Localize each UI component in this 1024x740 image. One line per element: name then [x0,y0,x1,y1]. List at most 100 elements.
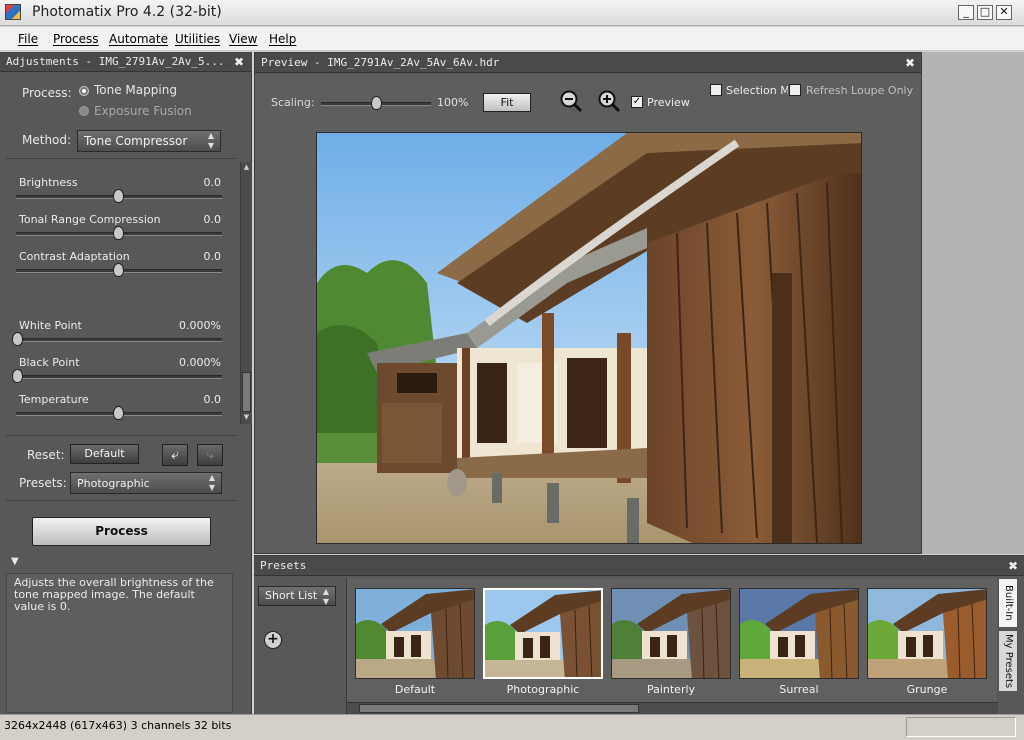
preset-preview-image [740,589,858,678]
slider-value: 0.0 [203,393,222,406]
slider-label: White Point [19,319,82,332]
title-bar: Photomatix Pro 4.2 (32-bit) _ □ ✕ [0,0,1024,26]
redo-icon[interactable]: ⤷ [197,444,223,466]
exposure-fusion-radio[interactable] [79,106,89,116]
dropdown-arrows-icon: ▲ ▼ [207,131,214,150]
tab-built-in[interactable]: Built-In [998,578,1018,628]
presets-label: Presets: [19,476,67,490]
presets-dropdown[interactable]: Photographic ▲ ▼ [70,472,222,494]
house-photo [317,133,861,543]
slider-value: 0.000% [179,356,221,369]
maximize-icon[interactable]: □ [977,5,993,20]
preset-thumbnail[interactable] [355,588,475,679]
slider-track[interactable] [16,375,222,379]
method-value: Tone Compressor [84,134,188,148]
add-preset-icon[interactable]: + [264,631,282,649]
exposure-fusion-label[interactable]: Exposure Fusion [94,104,192,118]
slider-thumb[interactable] [12,369,23,383]
zoom-out-icon[interactable] [559,89,583,113]
presets-close-icon[interactable]: ✖ [1008,556,1018,576]
reset-label: Reset: [27,448,65,462]
scrollbar-thumb[interactable] [359,704,639,713]
slider-label: Black Point [19,356,80,369]
tab-my-presets[interactable]: My Presets [998,630,1018,692]
process-button[interactable]: Process [32,517,211,546]
preset-thumbnail[interactable] [611,588,731,679]
divider [6,158,236,159]
slider-track[interactable] [16,338,222,342]
adjustments-scrollbar[interactable]: ▲ ▼ [240,162,252,424]
preview-panel: Preview - IMG_2791Av_2Av_5Av_6Av.hdr ✖ S… [254,52,922,554]
tone-mapping-label[interactable]: Tone Mapping [94,83,177,97]
window-title: Photomatix Pro 4.2 (32-bit) [32,4,222,20]
slider-thumb[interactable] [113,406,124,420]
preset-thumbnail[interactable] [867,588,987,679]
slider-value: 0.0 [203,213,222,226]
menu-view[interactable]: View [229,32,257,46]
scrollbar-thumb[interactable] [242,372,251,412]
preset-preview-image [868,589,986,678]
adjustments-panel: Adjustments - IMG_2791Av_2Av_5... ✖ Proc… [0,52,252,714]
method-label: Method: [22,133,72,147]
slider-thumb[interactable] [113,226,124,240]
dropdown-arrows-icon: ▲ ▼ [208,473,215,492]
zoom-in-icon[interactable] [597,89,621,113]
undo-icon[interactable]: ⤶ [162,444,188,466]
selection-mode-checkbox[interactable] [710,84,722,96]
refresh-loupe-label[interactable]: Refresh Loupe Only [806,84,913,97]
help-text: Adjusts the overall brightness of the to… [6,573,233,713]
refresh-loupe-checkbox[interactable] [789,84,801,96]
presets-header: Presets [254,556,1024,576]
menu-utilities[interactable]: Utilities [175,32,220,46]
preset-list-value: Short List [265,589,318,602]
dropdown-arrows-icon: ▲ ▼ [322,587,329,606]
preset-label[interactable]: Painterly [611,683,731,696]
presets-value: Photographic [77,477,150,490]
menu-help[interactable]: Help [269,32,296,46]
preset-label[interactable]: Grunge [867,683,987,696]
method-dropdown[interactable]: Tone Compressor ▲ ▼ [77,130,221,152]
preset-preview-image [485,590,601,677]
preview-checkbox-label[interactable]: Preview [647,96,690,109]
status-text: 3264x2448 (617x463) 3 channels 32 bits [4,719,232,732]
preset-label[interactable]: Photographic [483,683,603,696]
slider-label: Tonal Range Compression [19,213,161,226]
scaling-value: 100% [437,96,469,109]
scroll-down-icon[interactable]: ▼ [242,413,251,422]
tone-mapping-radio[interactable] [79,86,89,96]
divider [6,500,236,501]
menu-bar: File Process Automate Utilities View Hel… [0,27,1024,51]
reset-default-button[interactable]: Default [70,444,139,464]
help-toggle-icon[interactable]: ▼ [11,556,19,567]
presets-scrollbar[interactable] [347,702,998,714]
slider-thumb[interactable] [12,332,23,346]
menu-automate[interactable]: Automate [109,32,168,46]
preset-preview-image [612,589,730,678]
slider-value: 0.000% [179,319,221,332]
preset-preview-image [356,589,474,678]
menu-file[interactable]: File [18,32,38,46]
slider-label: Temperature [19,393,89,406]
preview-checkbox[interactable]: ✓ [631,96,643,108]
preview-close-icon[interactable]: ✖ [905,53,915,73]
menu-process[interactable]: Process [53,32,99,46]
slider-thumb[interactable] [113,263,124,277]
preset-label[interactable]: Surreal [739,683,859,696]
scaling-slider-thumb[interactable] [371,96,382,110]
empty-workspace [922,52,1024,554]
selection-mode-label[interactable]: Selection Mo [726,84,788,97]
preset-list-dropdown[interactable]: Short List ▲ ▼ [258,586,336,606]
adjustments-close-icon[interactable]: ✖ [234,52,244,72]
preset-thumbnail[interactable] [739,588,859,679]
preview-image[interactable] [316,132,862,544]
preset-label[interactable]: Default [355,683,475,696]
slider-thumb[interactable] [113,189,124,203]
adjustments-header: Adjustments - IMG_2791Av_2Av_5... [0,52,252,72]
minimize-icon[interactable]: _ [958,5,974,20]
close-icon[interactable]: ✕ [996,5,1012,20]
app-icon [5,4,21,20]
slider-label: Contrast Adaptation [19,250,130,263]
fit-button[interactable]: Fit [483,93,531,112]
preset-thumbnail[interactable] [483,588,603,679]
scroll-up-icon[interactable]: ▲ [242,163,251,172]
